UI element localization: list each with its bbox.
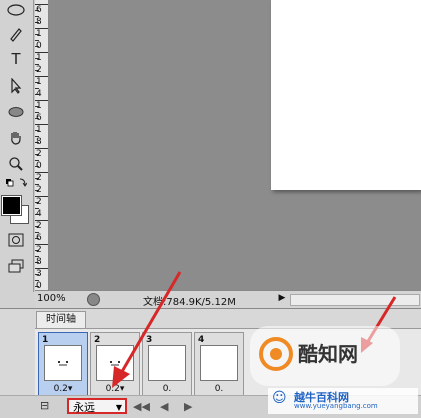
chevron-down-icon: ▼ — [115, 403, 122, 412]
watermark-footer: ☺ 越牛百科网 www.yueyangbang.com — [268, 388, 418, 414]
ruler-label: 1 — [36, 29, 42, 39]
ruler-label: 2 — [36, 245, 42, 255]
frame-delay[interactable]: 0. — [195, 384, 243, 394]
ruler-label: 1 — [36, 77, 42, 87]
animation-frame[interactable]: 3 0. — [142, 332, 192, 397]
ruler-label: 2 — [36, 221, 42, 231]
status-bar: 100% 文档:784.9K/5.12M ▶ — [35, 290, 421, 308]
tab-timeline[interactable]: 时间轴 — [36, 311, 86, 328]
frame-thumbnail — [148, 345, 186, 381]
status-info-icon[interactable] — [87, 293, 100, 306]
hand-tool-icon[interactable] — [5, 128, 27, 148]
swap-colors-icon[interactable] — [5, 176, 27, 190]
quick-mask-icon[interactable] — [5, 230, 27, 250]
ruler-label: 0 — [36, 41, 42, 51]
animation-frame[interactable]: 4 0. — [194, 332, 244, 397]
ruler-label: 4 — [36, 89, 42, 99]
first-frame-icon[interactable]: ◀◀ — [133, 400, 150, 413]
canvas-workspace[interactable] — [49, 0, 421, 290]
frame-thumbnail — [96, 345, 134, 381]
ruler-label: 6 — [36, 113, 42, 123]
previous-frame-icon[interactable]: ◀ — [160, 400, 168, 413]
ruler-label: 2 — [36, 149, 42, 159]
frame-delay[interactable]: 0.2▾ — [91, 384, 139, 394]
ruler-label: 8 — [36, 137, 42, 147]
frame-number: 3 — [146, 335, 153, 345]
panel-gap — [0, 292, 35, 308]
document-canvas[interactable] — [271, 0, 421, 190]
frame-number: 2 — [94, 335, 101, 345]
convert-timeline-icon[interactable]: ⊟ — [40, 399, 49, 412]
frame-delay[interactable]: 0. — [143, 384, 191, 394]
ruler-label: 1 — [36, 101, 42, 111]
tools-panel: T — [0, 0, 34, 292]
status-menu-arrow-icon[interactable]: ▶ — [277, 292, 287, 305]
ruler-label: 6 — [36, 233, 42, 243]
play-icon[interactable]: ▶ — [184, 400, 192, 413]
ruler-label: 8 — [36, 257, 42, 267]
pencil-tool-icon[interactable] — [5, 24, 27, 44]
ruler-label: 0 — [36, 161, 42, 171]
foreground-color-swatch[interactable] — [1, 195, 22, 216]
ruler-label: 2 — [36, 65, 42, 75]
screen-mode-icon[interactable] — [5, 256, 27, 276]
loop-options-select[interactable]: 永远 ▼ — [67, 398, 127, 414]
ruler-label: 8 — [36, 17, 42, 27]
ruler-label: 2 — [36, 173, 42, 183]
animation-frame[interactable]: 1 0.2▾ — [38, 332, 88, 397]
ruler-label: 4 — [36, 209, 42, 219]
watermark-url: www.yueyangbang.com — [294, 402, 378, 410]
vertical-ruler: 681012141618202224262830 — [35, 0, 49, 292]
watermark-title: 酷知网 — [298, 342, 358, 366]
ruler-label: 6 — [36, 5, 42, 15]
frame-thumbnail — [200, 345, 238, 381]
ellipse-tool-icon[interactable] — [5, 102, 27, 122]
watermark-logo-icon — [259, 337, 293, 371]
ruler-label: 2 — [36, 185, 42, 195]
frame-thumbnail — [44, 345, 82, 381]
watermark: 酷知网 ☺ 越牛百科网 www.yueyangbang.com — [238, 320, 421, 416]
zoom-tool-icon[interactable] — [5, 154, 27, 174]
ruler-label: 1 — [36, 53, 42, 63]
animation-frame[interactable]: 2 0.2▾ — [90, 332, 140, 397]
path-selection-tool-icon[interactable] — [5, 76, 27, 96]
lasso-tool-icon[interactable] — [5, 0, 27, 20]
frame-delay[interactable]: 0.2▾ — [39, 384, 87, 394]
frame-number: 1 — [42, 335, 49, 345]
horizontal-scrollbar[interactable] — [290, 294, 420, 306]
type-tool-icon[interactable]: T — [5, 50, 27, 70]
frame-number: 4 — [198, 335, 205, 345]
ruler-label: 1 — [36, 125, 42, 135]
watermark-footer-icon: ☺ — [272, 390, 287, 406]
ruler-label: 3 — [36, 269, 42, 279]
zoom-level[interactable]: 100% — [37, 293, 66, 304]
document-size-info: 文档:784.9K/5.12M — [143, 297, 236, 308]
loop-options-value: 永远 — [73, 401, 95, 414]
ruler-label: 2 — [36, 197, 42, 207]
